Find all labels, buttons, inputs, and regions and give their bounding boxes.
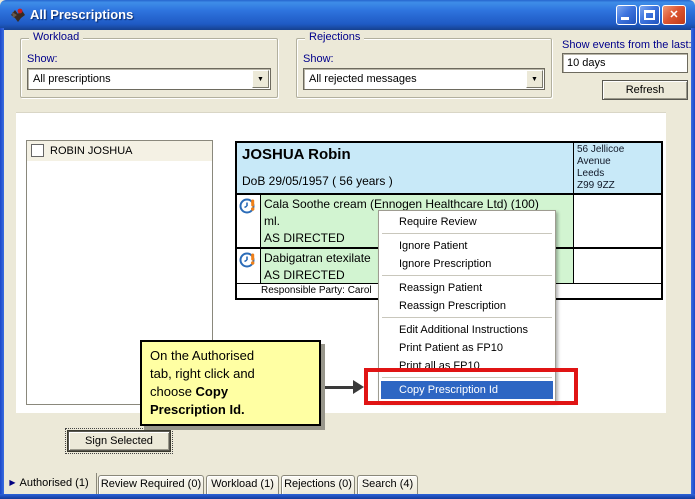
close-button[interactable]: ✕ [662, 5, 686, 25]
sign-selected-button[interactable]: Sign Selected [68, 431, 170, 451]
tab-label: Rejections (0) [284, 478, 352, 490]
address-line: 56 Jellicoe Avenue [577, 144, 658, 168]
menu-item-reassign-patient[interactable]: Reassign Patient [379, 279, 555, 297]
maximize-icon [644, 10, 655, 20]
rejections-filter-dropdown[interactable]: All rejected messages ▼ [303, 68, 545, 90]
window-title: All Prescriptions [30, 7, 133, 22]
tab-label: Workload (1) [211, 478, 274, 490]
tab-review-required[interactable]: Review Required (0) [98, 475, 204, 494]
workload-legend: Workload [29, 31, 83, 43]
tab-authorised[interactable]: ▶ Authorised (1) [2, 473, 97, 494]
callout-text-bold: Prescription Id. [150, 402, 245, 417]
callout-text-bold: Copy [196, 384, 229, 399]
patient-header-main: JOSHUA Robin DoB 29/05/1957 ( 56 years ) [237, 143, 573, 193]
tab-label: Search (4) [362, 478, 413, 490]
minimize-button[interactable] [616, 5, 637, 25]
annotation-callout: On the Authorised tab, right click and c… [140, 340, 321, 426]
app-icon [9, 6, 27, 24]
menu-item-require-review[interactable]: Require Review [379, 213, 555, 231]
callout-text: choose [150, 384, 196, 399]
patient-list-label: ROBIN JOSHUA [50, 145, 133, 157]
events-period-label: Show events from the last: [562, 39, 692, 51]
window-frame-right [691, 28, 695, 499]
window-frame-bottom [0, 494, 695, 499]
tab-workload[interactable]: Workload (1) [206, 475, 279, 494]
close-icon: ✕ [669, 9, 678, 21]
refresh-button[interactable]: Refresh [602, 80, 688, 100]
prescription-status-cell [573, 195, 661, 247]
patient-dob: DoB 29/05/1957 ( 56 years ) [242, 174, 393, 188]
chevron-down-icon[interactable]: ▼ [526, 70, 543, 88]
menu-item-edit-additional-instructions[interactable]: Edit Additional Instructions [379, 321, 555, 339]
chevron-down-icon[interactable]: ▼ [252, 70, 269, 88]
menu-separator [382, 233, 552, 235]
menu-separator [382, 275, 552, 277]
title-bar: All Prescriptions ✕ [0, 0, 695, 30]
prescription-status-cell [573, 249, 661, 283]
callout-text: On the Authorised [150, 348, 254, 363]
workload-show-label: Show: [27, 53, 58, 65]
tab-label: Authorised (1) [20, 477, 89, 489]
callout-text: tab, right click and [150, 366, 255, 381]
rejections-show-label: Show: [303, 53, 334, 65]
address-line: Z99 9ZZ [577, 180, 658, 192]
minimize-icon [621, 17, 629, 20]
prescription-icon-cell [237, 195, 260, 247]
address-line: Leeds [577, 168, 658, 180]
tab-strip: ▶ Authorised (1) Review Required (0) Work… [0, 473, 695, 494]
menu-separator [382, 317, 552, 319]
workload-filter-dropdown[interactable]: All prescriptions ▼ [27, 68, 271, 90]
active-tab-marker-icon: ▶ [9, 478, 15, 487]
patient-name: JOSHUA Robin [242, 146, 351, 163]
menu-item-ignore-prescription[interactable]: Ignore Prescription [379, 255, 555, 273]
annotation-highlight-box [364, 368, 578, 405]
patient-address: 56 Jellicoe Avenue Leeds Z99 9ZZ [573, 143, 661, 193]
list-item-robin-joshua[interactable]: ROBIN JOSHUA [27, 141, 212, 161]
clock-alert-icon [239, 197, 257, 215]
window-frame-left [0, 28, 4, 499]
rejections-filter-value: All rejected messages [309, 73, 417, 85]
workload-filter-value: All prescriptions [33, 73, 111, 85]
rejections-legend: Rejections [305, 31, 364, 43]
tab-search[interactable]: Search (4) [357, 475, 418, 494]
tab-label: Review Required (0) [101, 478, 201, 490]
prescription-icon-cell [237, 249, 260, 283]
events-period-input[interactable] [562, 53, 688, 73]
annotation-arrow [323, 386, 355, 389]
menu-item-print-patient-fp10[interactable]: Print Patient as FP10 [379, 339, 555, 357]
patient-header-row: JOSHUA Robin DoB 29/05/1957 ( 56 years )… [237, 143, 661, 193]
annotation-arrow-head [353, 380, 364, 394]
patient-checkbox[interactable] [31, 144, 44, 157]
tab-rejections[interactable]: Rejections (0) [281, 475, 355, 494]
app-window: All Prescriptions ✕ Workload Show: All p… [0, 0, 695, 499]
clock-alert-icon [239, 251, 257, 269]
menu-item-ignore-patient[interactable]: Ignore Patient [379, 237, 555, 255]
maximize-button[interactable] [639, 5, 660, 25]
menu-item-reassign-prescription[interactable]: Reassign Prescription [379, 297, 555, 315]
